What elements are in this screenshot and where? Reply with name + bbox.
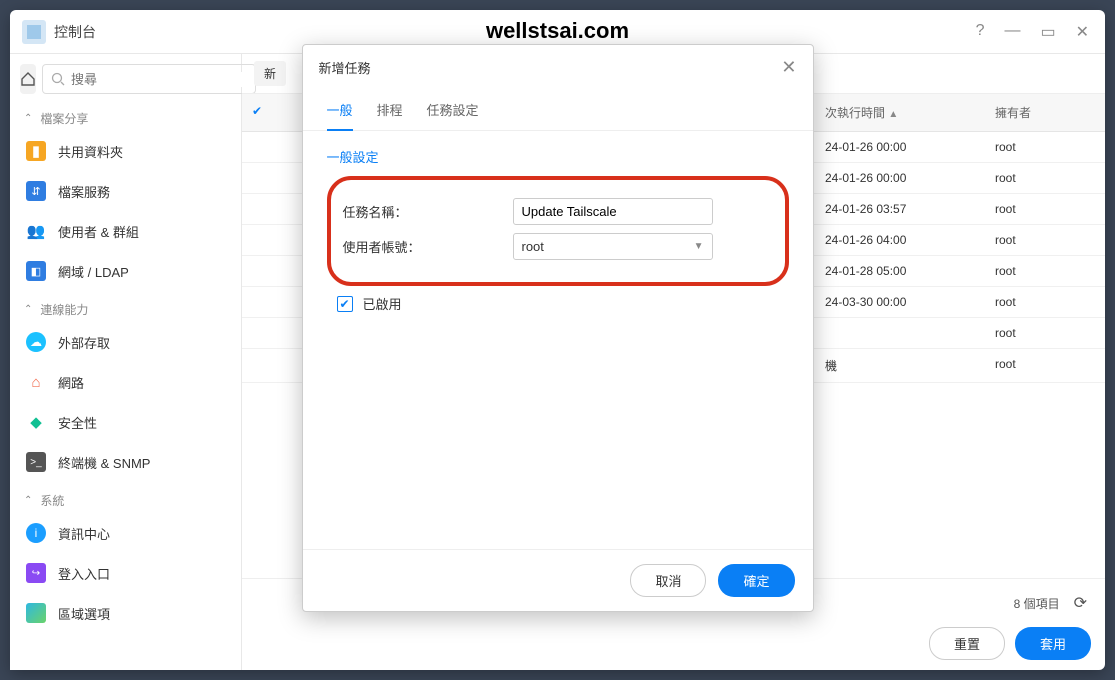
tab-schedule[interactable]: 排程 [377,90,403,130]
tab-general[interactable]: 一般 [327,90,353,131]
tab-task-settings[interactable]: 任務設定 [427,90,479,130]
modal-cancel-button[interactable]: 取消 [630,564,706,597]
user-account-label: 使用者帳號： [343,237,513,256]
highlighted-region: 任務名稱： 使用者帳號： root ▼ [327,176,789,286]
user-account-select[interactable]: root ▼ [513,233,713,260]
enabled-label: 已啟用 [363,294,402,313]
modal-title: 新增任務 [319,58,371,77]
modal-ok-button[interactable]: 確定 [718,564,794,597]
new-task-modal: 新增任務 ✕ 一般 排程 任務設定 一般設定 任務名稱： 使用者帳號： root… [302,44,814,612]
modal-backdrop: 新增任務 ✕ 一般 排程 任務設定 一般設定 任務名稱： 使用者帳號： root… [0,0,1115,680]
select-value: root [522,239,544,254]
section-general-settings: 一般設定 [327,147,789,166]
task-name-label: 任務名稱： [343,202,513,221]
modal-close-button[interactable]: ✕ [781,57,796,78]
chevron-down-icon: ▼ [694,241,704,252]
task-name-input[interactable] [513,198,713,225]
enabled-checkbox[interactable]: ✔ [337,296,353,312]
